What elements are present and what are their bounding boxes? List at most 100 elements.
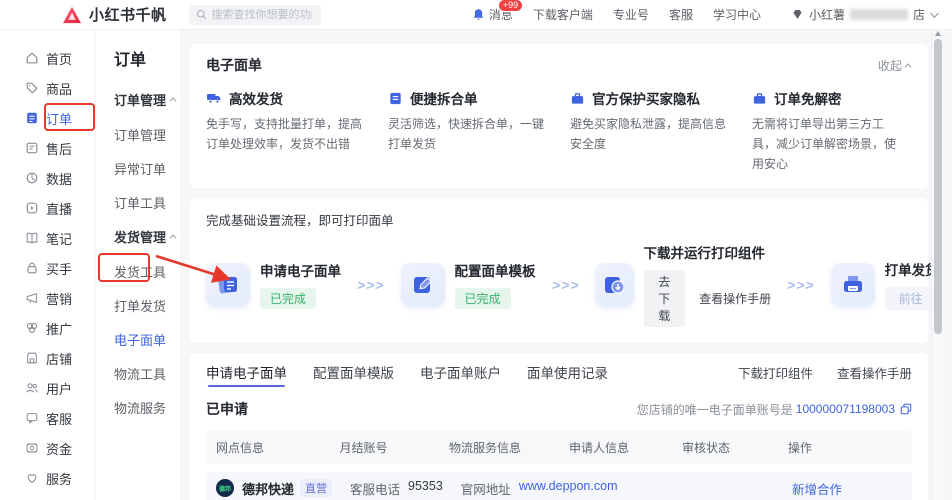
briefcase-icon: [570, 91, 585, 106]
add-cooperation-link[interactable]: 新增合作: [792, 479, 842, 498]
scrollbar-up-arrow[interactable]: [935, 31, 941, 36]
carrier-site-link[interactable]: www.deppon.com: [519, 479, 618, 498]
sidebar-item-funds[interactable]: 资金: [0, 433, 94, 463]
chevron-down-icon: [930, 9, 938, 17]
feature-title: 订单免解密: [774, 88, 842, 108]
shop-switcher[interactable]: 小红薯 店: [791, 6, 936, 23]
flow-intro-text: 完成基础设置流程，即可打印面单: [206, 210, 912, 229]
sidebar-item-service[interactable]: 客服: [0, 403, 94, 433]
tag-icon: [25, 81, 39, 95]
sidebar-item-notes[interactable]: 笔记: [0, 223, 94, 253]
account-label: 您店铺的唯一电子面单账号是: [637, 401, 793, 418]
documents-icon: [206, 263, 250, 307]
redacted-shop-name: [850, 9, 908, 20]
sidebar-item-home[interactable]: 首页: [0, 43, 94, 73]
tab-apply-ewaybill[interactable]: 申请电子面单: [206, 353, 287, 391]
scrollbar[interactable]: [931, 30, 944, 500]
money-icon: [25, 441, 39, 455]
feature-desc: 免手写，支持批量打单，提高订单处理效率，发货不出错: [206, 115, 374, 155]
group-order-management[interactable]: 订单管理: [114, 90, 180, 109]
sidebar-item-promotion[interactable]: 推广: [0, 313, 94, 343]
go-button[interactable]: 前往: [885, 287, 937, 310]
deppon-logo: 德邦: [216, 479, 234, 497]
view-manual-link[interactable]: 查看操作手册: [837, 363, 912, 382]
edit-template-icon: [401, 263, 445, 307]
sidebar-label: 订单: [46, 109, 72, 128]
scrollbar-thumb[interactable]: [934, 39, 942, 334]
section-title: 已申请: [206, 399, 248, 419]
doc-icon: [388, 91, 403, 106]
sidebar-label: 推广: [46, 319, 72, 338]
app-logo[interactable]: 小红书千帆: [62, 4, 167, 25]
truck-icon: [206, 90, 222, 106]
flow-arrow-icon: >>>: [786, 277, 816, 293]
chart-icon: [25, 171, 39, 185]
search-input[interactable]: [212, 9, 312, 21]
top-header: 小红书千帆 消息 +99 下载客户端 专业号 客服 学习中心 小红薯 店: [0, 0, 952, 30]
download-client-link[interactable]: 下载客户端: [533, 6, 593, 23]
view-manual-link[interactable]: 查看操作手册: [699, 290, 771, 307]
site-label: 官网地址: [461, 479, 511, 498]
submenu-item-abnormal-orders[interactable]: 异常订单: [114, 159, 180, 178]
feature-title: 便捷拆合单: [410, 88, 478, 108]
feature-privacy-protect: 官方保护买家隐私 避免买家隐私泄露，提高信息安全度: [570, 88, 738, 174]
step-configure-template: 配置面单模板 已完成: [401, 260, 536, 309]
heart-icon: [25, 471, 39, 485]
sidebar-label: 店铺: [46, 349, 72, 368]
global-search[interactable]: [189, 5, 321, 25]
learning-center-link[interactable]: 学习中心: [713, 6, 761, 23]
step-title: 配置面单模板: [455, 260, 536, 280]
chevron-up-icon: [170, 97, 177, 104]
submenu-item-ewaybill[interactable]: 电子面单: [114, 330, 180, 349]
feature-efficient-shipping: 高效发货 免手写，支持批量打单，提高订单处理效率，发货不出错: [206, 88, 374, 174]
sidebar-item-aftersale[interactable]: 售后: [0, 133, 94, 163]
tab-ewaybill-account[interactable]: 电子面单账户: [420, 353, 501, 391]
download-print-component-link[interactable]: 下载打印组件: [738, 363, 813, 382]
submenu-item-print-ship[interactable]: 打单发货: [114, 296, 180, 315]
shop-name-suffix: 店: [913, 6, 925, 23]
sidebar-item-buyer[interactable]: 买手: [0, 253, 94, 283]
sidebar-item-users[interactable]: 用户: [0, 373, 94, 403]
sidebar-label: 笔记: [46, 229, 72, 248]
chat-icon: [25, 411, 39, 425]
submenu-item-order-tools[interactable]: 订单工具: [114, 193, 180, 212]
sidebar-item-services[interactable]: 服务: [0, 463, 94, 493]
submenu-item-shipping-tools[interactable]: 发货工具: [114, 262, 180, 281]
tab-usage-records[interactable]: 面单使用记录: [527, 353, 608, 391]
sidebar-label: 资金: [46, 439, 72, 458]
search-icon: [196, 9, 207, 20]
feature-desc: 无需将订单导出第三方工具，减少订单解密场景，使用安心: [752, 115, 912, 174]
submenu-title: 订单: [114, 46, 180, 70]
feature-title: 高效发货: [229, 88, 283, 108]
messages-menu[interactable]: 消息 +99: [472, 6, 513, 23]
sidebar-item-live[interactable]: 直播: [0, 193, 94, 223]
sidebar-item-goods[interactable]: 商品: [0, 73, 94, 103]
feature-desc: 灵活筛选，快速拆合单，一键打单发货: [388, 115, 556, 155]
lock-icon: [25, 261, 39, 275]
table-row-deppon: 德邦 德邦快递 直营 客服电话95353 官网地址www.deppon.com …: [206, 472, 912, 500]
group-label: 发货管理: [114, 227, 166, 246]
submenu-item-logistics-tools[interactable]: 物流工具: [114, 364, 180, 383]
download-button[interactable]: 去下载: [644, 270, 686, 327]
pro-account-link[interactable]: 专业号: [613, 6, 649, 23]
tab-configure-template[interactable]: 配置面单模版: [313, 353, 394, 391]
ewaybill-worksheet-panel: 申请电子面单 配置面单模版 电子面单账户 面单使用记录 下载打印组件 查看操作手…: [190, 353, 928, 500]
shop-name-prefix: 小红薯: [809, 6, 845, 23]
submenu-item-logistics-services[interactable]: 物流服务: [114, 398, 180, 417]
live-icon: [25, 201, 39, 215]
flow-arrow-icon: >>>: [550, 277, 580, 293]
storefront-icon: [25, 351, 39, 365]
copy-icon[interactable]: [900, 403, 912, 415]
collapse-toggle[interactable]: 收起: [878, 57, 912, 74]
group-shipping-management[interactable]: 发货管理: [114, 227, 180, 246]
sidebar-item-data[interactable]: 数据: [0, 163, 94, 193]
direct-badge: 直营: [300, 479, 332, 497]
submenu-item-order-management[interactable]: 订单管理: [114, 125, 180, 144]
support-link[interactable]: 客服: [669, 6, 693, 23]
sidebar-item-marketing[interactable]: 营销: [0, 283, 94, 313]
sidebar-item-shop[interactable]: 店铺: [0, 343, 94, 373]
sidebar-item-orders[interactable]: 订单: [0, 103, 94, 133]
messages-count-badge: +99: [498, 0, 523, 12]
sidebar-label: 客服: [46, 409, 72, 428]
tab-bar: 申请电子面单 配置面单模版 电子面单账户 面单使用记录 下载打印组件 查看操作手…: [206, 353, 912, 391]
